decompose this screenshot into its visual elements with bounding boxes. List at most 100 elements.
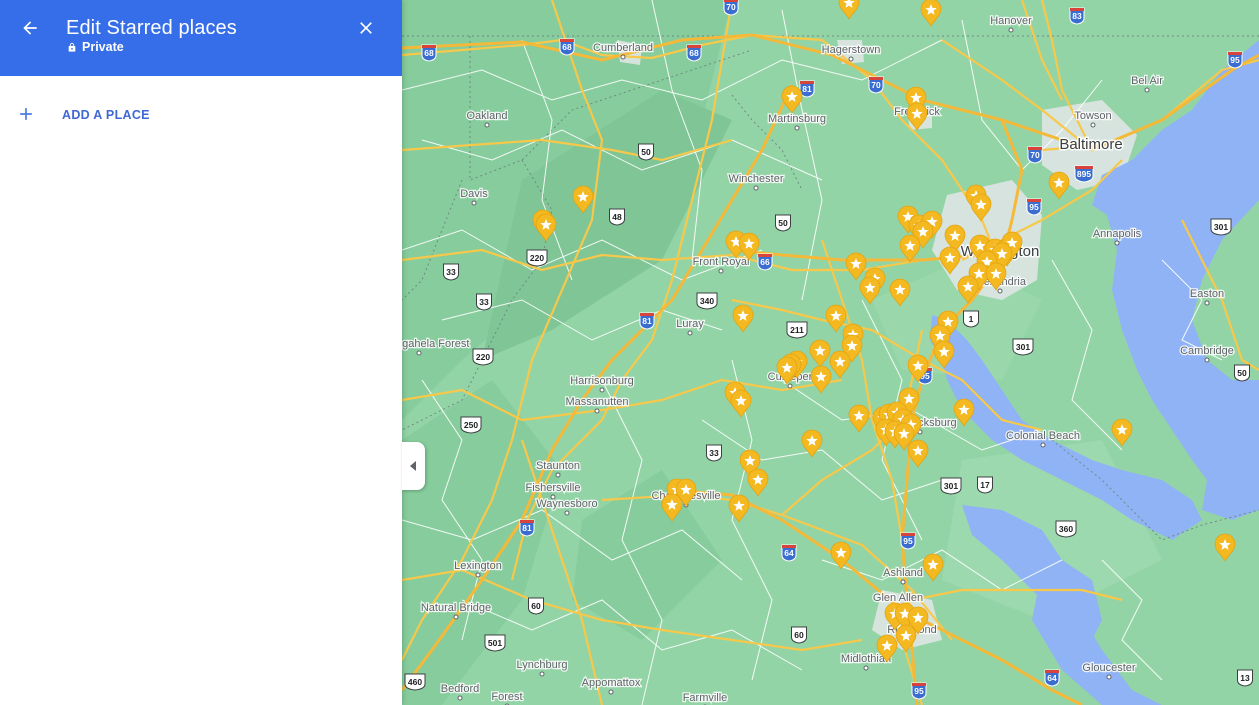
us-route-shield: 360 [1055, 520, 1077, 538]
major-city-label[interactable]: Baltimore [1058, 135, 1124, 155]
starred-place-pin[interactable] [845, 252, 867, 281]
us-route-shield: 211 [786, 321, 808, 339]
city-label[interactable]: Towson [1073, 109, 1113, 124]
privacy-status: Private [67, 40, 124, 54]
add-place-label: ADD A PLACE [62, 108, 150, 122]
us-route-shield: 50 [1234, 364, 1250, 382]
city-label[interactable]: Winchester [727, 172, 785, 187]
city-label[interactable]: Massanutten [564, 395, 629, 410]
svg-text:60: 60 [531, 601, 541, 611]
svg-text:50: 50 [641, 147, 651, 157]
city-label[interactable]: Cumberland [592, 41, 654, 56]
city-label[interactable]: Luray [675, 317, 706, 332]
collapse-panel-button[interactable] [402, 442, 425, 490]
city-label[interactable]: Forest [490, 690, 524, 705]
svg-text:340: 340 [700, 296, 714, 306]
city-dot [453, 614, 459, 620]
city-label[interactable]: Farmville [681, 691, 728, 705]
city-label[interactable]: Davis [459, 187, 490, 202]
interstate-shield: 68 [686, 44, 702, 62]
svg-text:70: 70 [871, 80, 881, 90]
city-label[interactable]: Lexington [453, 559, 503, 574]
svg-text:301: 301 [944, 481, 958, 491]
arrow-back-icon [23, 21, 37, 35]
city-dot [1204, 300, 1210, 306]
map-layer[interactable]: 7068686881 708395708959566819581649564955… [402, 0, 1259, 705]
city-label[interactable]: Appomattox [580, 676, 642, 691]
city-label[interactable]: Hagerstown [820, 43, 881, 58]
city-label[interactable]: Bedford [439, 682, 480, 697]
city-label[interactable]: Hanover [989, 14, 1033, 29]
svg-text:95: 95 [1029, 202, 1039, 212]
add-place-button[interactable]: ADD A PLACE [0, 96, 402, 132]
svg-text:95: 95 [903, 536, 913, 546]
starred-place-pin[interactable] [829, 350, 851, 379]
city-label[interactable]: Staunton [535, 459, 582, 474]
interstate-shield: 68 [421, 44, 437, 62]
starred-place-pin[interactable] [810, 365, 832, 394]
starred-place-pin[interactable] [922, 553, 944, 582]
city-dot [863, 665, 869, 671]
svg-text:33: 33 [709, 448, 719, 458]
starred-place-pin[interactable] [730, 389, 752, 418]
city-dot [471, 200, 477, 206]
us-route-shield: 48 [609, 208, 625, 226]
svg-text:66: 66 [760, 257, 770, 267]
starred-place-pin[interactable] [747, 468, 769, 497]
map-canvas[interactable]: 70 68 68 68 81 70 83 95 70 895 95 66 81 95 81 64 95 64 95 5… [402, 0, 1259, 705]
city-dot [608, 689, 614, 695]
starred-place-pin[interactable] [781, 85, 803, 114]
us-route-shield: 60 [791, 626, 807, 644]
city-label[interactable]: Waynesboro [535, 497, 599, 512]
city-label[interactable]: Gloucester [1081, 661, 1137, 676]
starred-place-pin[interactable] [809, 339, 831, 368]
svg-text:33: 33 [446, 267, 456, 277]
app-root: Edit Starred places Private ADD A PLACE [0, 0, 1259, 705]
us-route-shield: 50 [775, 214, 791, 232]
starred-places-panel: Edit Starred places Private ADD A PLACE [0, 0, 402, 705]
city-label[interactable]: Glen Allen [872, 591, 925, 606]
city-dot [718, 268, 724, 274]
svg-text:95: 95 [914, 686, 924, 696]
starred-place-pin[interactable] [1111, 418, 1133, 447]
city-label[interactable]: Annapolis [1092, 227, 1143, 242]
starred-place-pin[interactable] [899, 234, 921, 263]
svg-text:81: 81 [642, 316, 652, 326]
city-label[interactable]: Ashland [882, 566, 924, 581]
starred-place-pin[interactable] [838, 0, 860, 20]
city-label[interactable]: Easton [1189, 287, 1226, 302]
svg-text:64: 64 [784, 548, 794, 558]
us-route-shield: 33 [476, 293, 492, 311]
starred-place-pin[interactable] [1214, 533, 1236, 562]
close-button[interactable] [350, 14, 382, 42]
city-label[interactable]: Front Royal [691, 255, 750, 270]
city-label[interactable]: Oakland [465, 109, 508, 124]
starred-place-pin[interactable] [920, 0, 942, 27]
city-label[interactable]: Fishersville [524, 481, 582, 496]
starred-place-pin[interactable] [907, 439, 929, 468]
svg-text:83: 83 [1072, 11, 1082, 21]
us-route-shield: 220 [472, 348, 494, 366]
city-label[interactable]: Harrisonburg [569, 374, 635, 389]
us-route-shield: 13 [1237, 669, 1253, 687]
city-dot [539, 671, 545, 677]
starred-place-pin[interactable] [953, 398, 975, 427]
city-label[interactable]: Natural Bridge [420, 601, 493, 616]
starred-place-pin[interactable] [732, 304, 754, 333]
starred-place-pin[interactable] [848, 404, 870, 433]
city-label[interactable]: Bel Air [1130, 74, 1165, 89]
starred-place-pin[interactable] [825, 304, 847, 333]
city-label[interactable]: Monongahela Forest [402, 337, 471, 352]
city-label[interactable]: Martinsburg [767, 112, 828, 127]
privacy-label: Private [82, 40, 124, 54]
us-route-shield: 501 [484, 634, 506, 652]
city-label[interactable]: Lynchburg [515, 658, 568, 673]
starred-place-pin[interactable] [1048, 171, 1070, 200]
back-button[interactable] [14, 14, 46, 42]
svg-text:64: 64 [1047, 673, 1057, 683]
svg-text:211: 211 [790, 325, 804, 335]
svg-text:50: 50 [1237, 368, 1247, 378]
city-label[interactable]: Colonial Beach [1005, 429, 1082, 444]
svg-text:81: 81 [802, 84, 812, 94]
city-label[interactable]: Cambridge [1179, 344, 1235, 359]
